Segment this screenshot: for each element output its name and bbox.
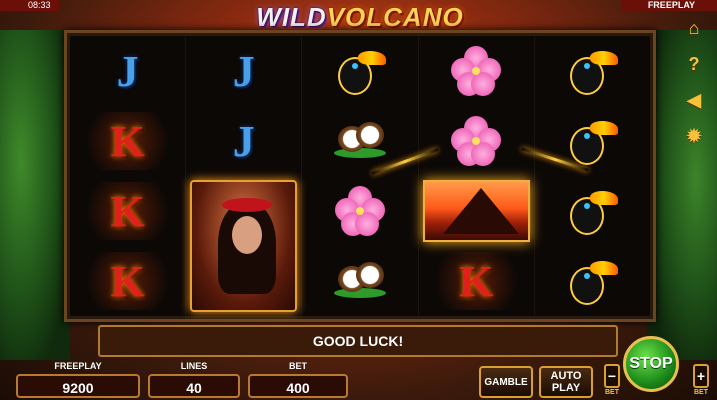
autoplay-button[interactable]: AUTO PLAY <box>539 366 593 398</box>
toucan-icon <box>566 115 619 167</box>
reel-2: J J <box>186 36 303 316</box>
bet-plus-button[interactable]: + <box>693 364 709 388</box>
woman-symbol-icon <box>190 180 298 312</box>
logo-volcano: VOLCANO <box>326 2 464 32</box>
message-bar: GOOD LUCK! <box>98 325 618 357</box>
help-icon[interactable]: ? <box>682 52 706 76</box>
mode-indicator: FREEPLAY <box>621 0 717 11</box>
symbol-toucan <box>535 36 650 106</box>
symbol-toucan <box>535 246 650 316</box>
symbol-volcano-wild <box>419 176 534 246</box>
credit-label: FREEPLAY <box>54 361 102 371</box>
coconut-icon <box>334 258 386 304</box>
toucan-icon <box>566 45 619 97</box>
bet-plus-label: BET <box>694 389 708 396</box>
symbol-flower <box>419 36 534 106</box>
symbol-letter: K <box>110 186 145 236</box>
symbol-coconut <box>302 246 417 316</box>
hibiscus-icon <box>451 116 502 166</box>
reels-area: J K K K J J K <box>70 36 650 316</box>
bet-panel[interactable]: BET 400 <box>248 361 348 400</box>
symbol-letter: J <box>116 46 139 96</box>
settings-icon[interactable]: ✹ <box>682 124 706 148</box>
autoplay-line2: PLAY <box>551 382 581 394</box>
hibiscus-icon <box>451 46 502 96</box>
symbol-woman <box>186 176 301 316</box>
symbol-j: J <box>186 36 301 106</box>
symbol-flower <box>302 176 417 246</box>
symbol-toucan <box>302 36 417 106</box>
symbol-letter: K <box>110 256 145 306</box>
volcano-icon <box>422 180 530 242</box>
flower-crown <box>222 198 273 212</box>
lines-panel[interactable]: LINES 40 <box>148 361 240 400</box>
lines-label: LINES <box>180 361 208 371</box>
toucan-icon <box>566 185 619 237</box>
symbol-letter: J <box>232 116 255 166</box>
bet-value[interactable]: 400 <box>248 374 348 398</box>
toucan-icon <box>334 45 386 97</box>
hibiscus-icon <box>335 186 385 236</box>
sound-icon[interactable]: ◀ <box>682 88 706 112</box>
stop-button[interactable]: STOP <box>623 336 679 392</box>
symbol-j: J <box>70 36 185 106</box>
symbol-k: K <box>70 106 185 176</box>
woman-face <box>232 216 263 254</box>
jungle-background-right <box>647 30 717 360</box>
symbol-k: K <box>419 246 534 316</box>
symbol-j: J <box>186 106 301 176</box>
reel-4: K <box>419 36 535 316</box>
reel-5 <box>535 36 650 316</box>
credit-value: 9200 <box>16 374 140 398</box>
symbol-flower <box>419 106 534 176</box>
toucan-icon <box>566 255 619 307</box>
reel-3 <box>302 36 419 316</box>
clock: 08:33 <box>0 0 59 11</box>
symbol-toucan <box>535 106 650 176</box>
home-icon[interactable]: ⌂ <box>682 16 706 40</box>
symbol-letter: K <box>459 256 494 306</box>
jungle-background-left <box>0 30 70 360</box>
credit-panel: FREEPLAY 9200 <box>16 361 140 400</box>
bet-minus-label: BET <box>605 389 619 396</box>
gamble-button[interactable]: GAMBLE <box>479 366 533 398</box>
bet-label: BET <box>289 361 307 371</box>
symbol-coconut <box>302 106 417 176</box>
symbol-k: K <box>70 246 185 316</box>
logo-wild: WILD <box>256 2 327 32</box>
symbol-letter: J <box>232 46 255 96</box>
symbol-k: K <box>70 176 185 246</box>
bet-minus-button[interactable]: − <box>604 364 620 388</box>
symbol-toucan <box>535 176 650 246</box>
symbol-letter: K <box>110 116 145 166</box>
coconut-icon <box>334 118 386 164</box>
reel-1: J K K K <box>70 36 187 316</box>
autoplay-line1: AUTO <box>550 370 582 382</box>
lines-value[interactable]: 40 <box>148 374 240 398</box>
